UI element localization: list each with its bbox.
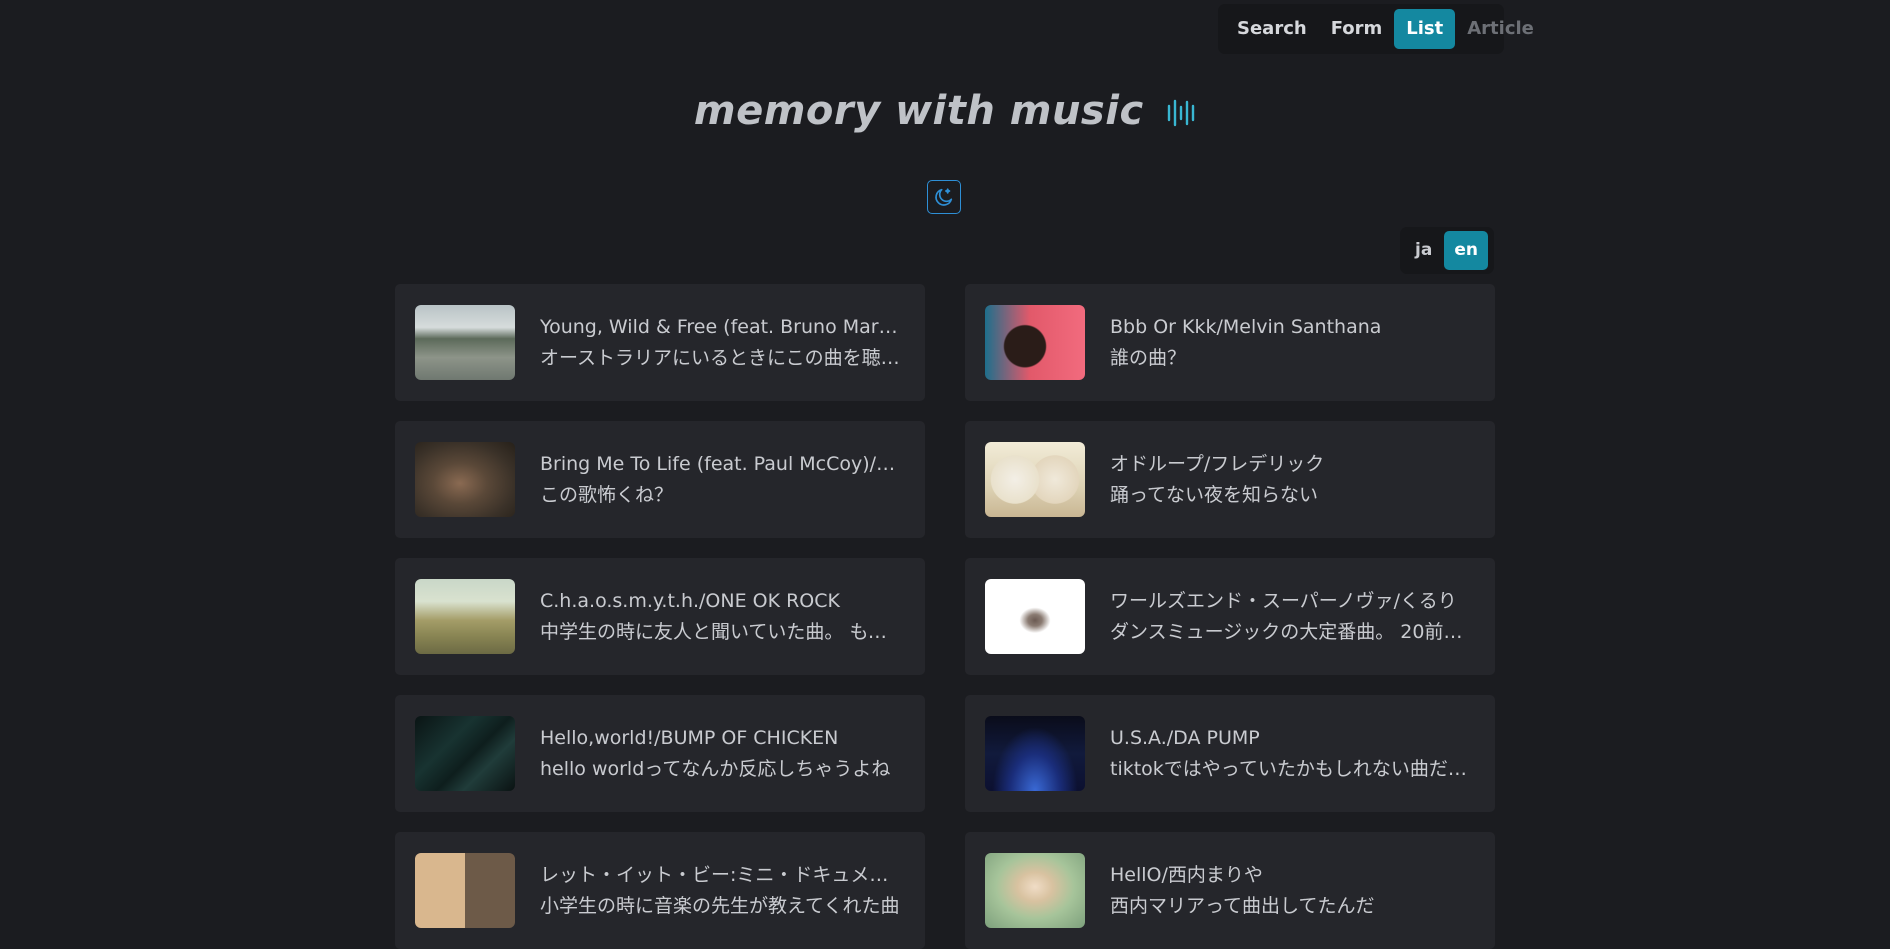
language-switcher: ja en (1400, 227, 1494, 274)
moon-icon (935, 188, 953, 206)
page-title: memory with music (0, 88, 1890, 134)
song-memo: 西内マリアって曲出してたんだ (1110, 894, 1375, 917)
song-card[interactable]: Bbb Or Kkk/Melvin Santhana 誰の曲？ (965, 284, 1495, 401)
tab-search[interactable]: Search (1225, 9, 1319, 49)
song-card[interactable]: Bring Me To Life (feat. Paul McCoy)/Evan… (395, 421, 925, 538)
song-memo: 踊ってない夜を知らない (1110, 483, 1319, 506)
song-thumbnail (985, 305, 1085, 380)
song-list: Young, Wild & Free (feat. Bruno Mars)/Sn… (395, 284, 1495, 949)
song-thumbnail (415, 716, 515, 791)
song-card[interactable]: U.S.A./DA PUMP tiktokではやっていたかもしれない曲だよね (965, 695, 1495, 812)
song-title: HellO/西内まりや (1110, 863, 1263, 886)
song-thumbnail (985, 716, 1085, 791)
song-thumbnail (415, 853, 515, 928)
song-card[interactable]: Young, Wild & Free (feat. Bruno Mars)/Sn… (395, 284, 925, 401)
song-memo: オーストラリアにいるときにこの曲を聴いていた (540, 346, 905, 369)
song-title: Bring Me To Life (feat. Paul McCoy)/Evan… (540, 452, 905, 475)
song-title: Bbb Or Kkk/Melvin Santhana (1110, 315, 1382, 338)
song-thumbnail (985, 579, 1085, 654)
song-thumbnail (415, 305, 515, 380)
song-card[interactable]: レット・イット・ビー:ミニ・ドキュメンタリー/The Beatles 小学生の時… (395, 832, 925, 949)
song-memo: 小学生の時に音楽の先生が教えてくれた曲 (540, 894, 900, 917)
tab-article: Article (1467, 18, 1534, 39)
song-title: U.S.A./DA PUMP (1110, 726, 1260, 749)
theme-toggle-button[interactable] (927, 180, 961, 214)
song-card[interactable]: C.h.a.o.s.m.y.t.h./ONE OK ROCK 中学生の時に友人と… (395, 558, 925, 675)
song-memo: 中学生の時に友人と聞いていた曲。 もう一度聴きたい (540, 620, 905, 643)
song-card[interactable]: オドループ/フレデリック 踊ってない夜を知らない (965, 421, 1495, 538)
tab-list[interactable]: List (1394, 9, 1456, 49)
song-title: Young, Wild & Free (feat. Bruno Mars)/Sn… (540, 315, 905, 338)
song-memo: hello worldってなんか反応しちゃうよね (540, 757, 891, 780)
song-card[interactable]: ワールズエンド・スーパーノヴァ/くるり ダンスミュージックの大定番曲。 20前後… (965, 558, 1495, 675)
song-memo: 誰の曲？ (1110, 346, 1187, 369)
top-nav: Search Form List Article (1218, 4, 1534, 54)
song-card[interactable]: HellO/西内まりや 西内マリアって曲出してたんだ (965, 832, 1495, 949)
song-title: Hello,world!/BUMP OF CHICKEN (540, 726, 839, 749)
song-memo: この歌怖くね？ (540, 483, 674, 506)
lang-option-ja[interactable]: ja (1405, 231, 1442, 270)
song-thumbnail (985, 853, 1085, 928)
sound-bars-icon (1167, 99, 1195, 127)
song-title: オドループ/フレデリック (1110, 452, 1325, 475)
lang-option-en[interactable]: en (1444, 231, 1488, 270)
song-card[interactable]: Hello,world!/BUMP OF CHICKEN hello world… (395, 695, 925, 812)
song-memo: ダンスミュージックの大定番曲。 20前後に聴いていた (1110, 620, 1475, 643)
song-thumbnail (415, 442, 515, 517)
tab-form[interactable]: Form (1319, 9, 1395, 49)
page-title-text: memory with music (693, 88, 1144, 134)
song-title: レット・イット・ビー:ミニ・ドキュメンタリー/The Beatles (540, 863, 905, 886)
song-title: C.h.a.o.s.m.y.t.h./ONE OK ROCK (540, 589, 840, 612)
song-title: ワールズエンド・スーパーノヴァ/くるり (1110, 589, 1457, 612)
song-thumbnail (985, 442, 1085, 517)
song-thumbnail (415, 579, 515, 654)
song-memo: tiktokではやっていたかもしれない曲だよね (1110, 757, 1475, 780)
